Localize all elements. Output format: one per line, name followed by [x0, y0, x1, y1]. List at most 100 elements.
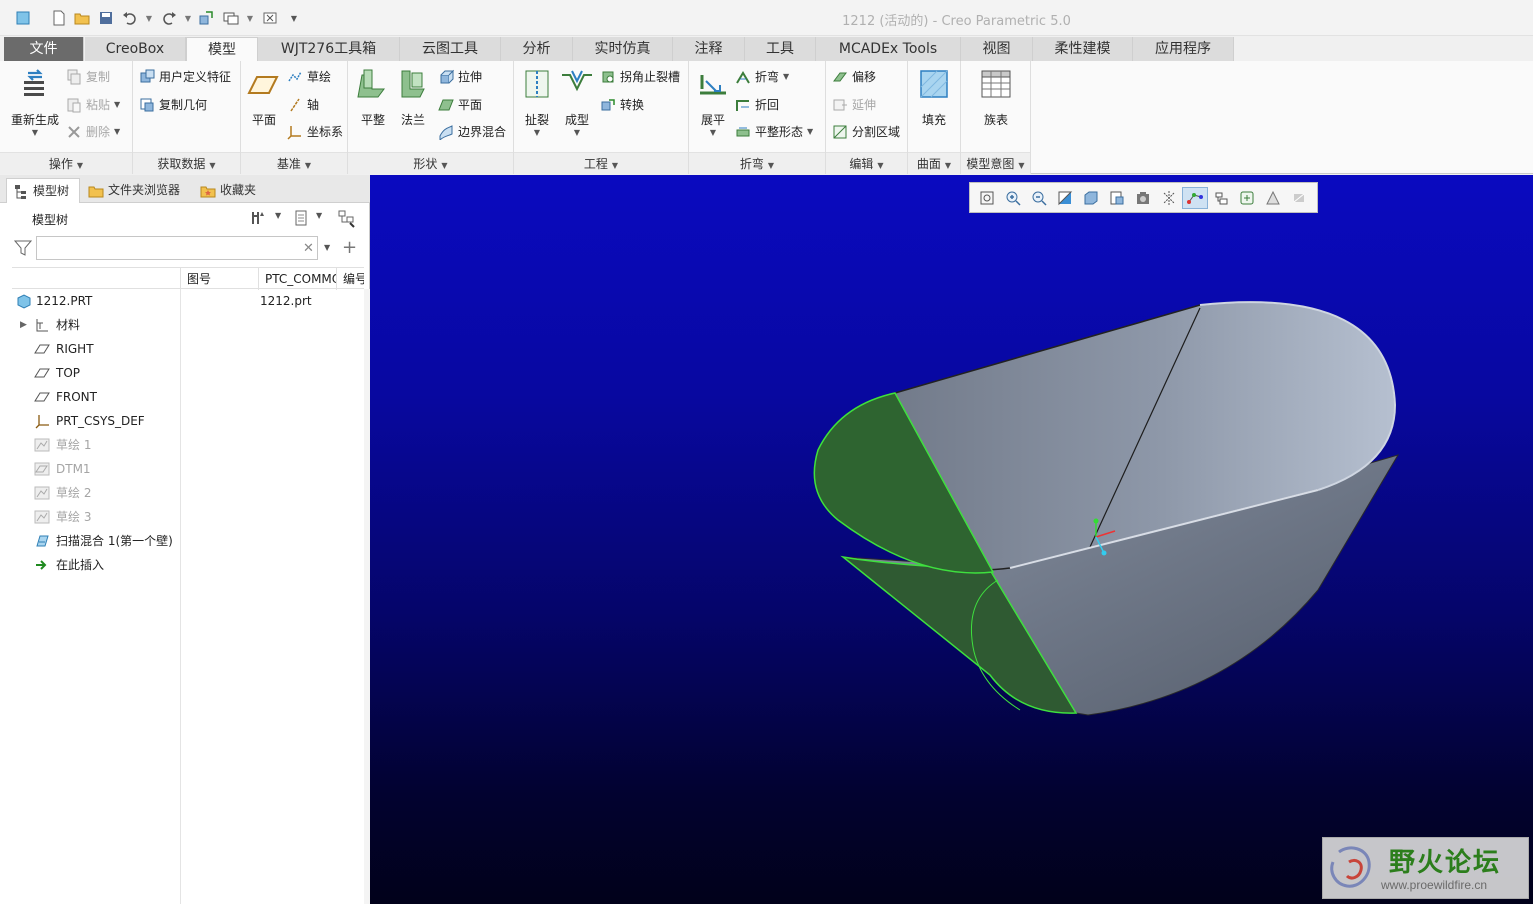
- tab-wjt276[interactable]: WJT276工具箱: [258, 37, 400, 61]
- form-button[interactable]: 成型 ▼: [558, 67, 596, 137]
- group-label-engineering[interactable]: 工程 ▼: [514, 152, 688, 174]
- tab-analysis[interactable]: 分析: [501, 37, 573, 61]
- tree-row-part[interactable]: 1212.PRT 1212.prt: [12, 289, 352, 313]
- group-label-bends[interactable]: 折弯 ▼: [689, 152, 825, 174]
- chevron-down-icon[interactable]: ▼: [324, 243, 330, 252]
- split-area-button[interactable]: 分割区域: [832, 122, 900, 142]
- family-table-icon: [981, 70, 1011, 98]
- filter-icon[interactable]: [13, 239, 33, 260]
- tab-applications[interactable]: 应用程序: [1133, 37, 1234, 61]
- corner-relief-button[interactable]: 拐角止裂槽: [600, 67, 680, 87]
- copy-button[interactable]: 复制: [66, 67, 110, 87]
- datum-plane-label: 平面: [251, 113, 276, 127]
- bend-button[interactable]: 折弯 ▼: [735, 67, 789, 87]
- flange-button[interactable]: 法兰: [394, 67, 432, 128]
- chevron-down-icon[interactable]: ▼: [275, 211, 281, 220]
- tab-flexible-modeling[interactable]: 柔性建模: [1033, 37, 1133, 61]
- tree-row-material[interactable]: ▶ 材料: [12, 313, 180, 337]
- offset-button[interactable]: 偏移: [832, 67, 876, 87]
- flat-wall-button[interactable]: 平整: [354, 67, 392, 128]
- tree-header: 模型树 ▼ ▼: [0, 203, 370, 233]
- tree-filter-settings-icon[interactable]: [338, 210, 356, 231]
- convert-label: 转换: [620, 98, 645, 112]
- tab-creobox[interactable]: CreoBox: [85, 37, 186, 61]
- delete-button[interactable]: 删除 ▼: [66, 122, 120, 142]
- copy-geometry-button[interactable]: 复制几何: [139, 95, 207, 115]
- sketch-icon: [288, 71, 302, 82]
- tab-tools[interactable]: 工具: [745, 37, 816, 61]
- tab-model-tree[interactable]: 模型树: [6, 178, 80, 203]
- tab-view[interactable]: 视图: [961, 37, 1033, 61]
- unbend-button[interactable]: 展平 ▼: [693, 67, 733, 137]
- paste-button[interactable]: 粘贴 ▼: [66, 95, 120, 115]
- tree-row-top[interactable]: TOP: [12, 361, 180, 385]
- tab-mcadex[interactable]: MCADEx Tools: [816, 37, 961, 61]
- csys-button[interactable]: 坐标系: [287, 122, 343, 142]
- rip-icon: [525, 70, 549, 98]
- expand-arrow-icon[interactable]: ▶: [20, 313, 27, 337]
- chevron-down-icon[interactable]: ▼: [316, 211, 322, 220]
- tab-annotate[interactable]: 注释: [673, 37, 745, 61]
- regenerate-button[interactable]: 重新生成 ▼: [6, 67, 64, 137]
- plane-surface-label: 平面: [458, 98, 483, 112]
- show-icon[interactable]: [293, 210, 309, 229]
- tab-model[interactable]: 模型: [186, 37, 258, 61]
- tree-row-right[interactable]: RIGHT: [12, 337, 180, 361]
- fill-button[interactable]: 填充: [915, 67, 953, 128]
- flat-state-button[interactable]: 平整形态 ▼: [735, 122, 813, 142]
- group-label-shapes[interactable]: 形状 ▼: [348, 152, 513, 174]
- tab-file[interactable]: 文件: [4, 37, 84, 61]
- paste-label: 粘贴: [86, 98, 111, 112]
- group-label-editing[interactable]: 编辑 ▼: [826, 152, 907, 174]
- flat-state-icon: [736, 127, 750, 137]
- model-tree-icon: [15, 185, 26, 199]
- tree-title: 模型树: [32, 213, 69, 227]
- group-shapes: 平整 法兰 拉伸 平面 边界混合 形状 ▼: [348, 61, 514, 174]
- tree-row-dtm1[interactable]: DTM1: [12, 457, 180, 481]
- fill-icon: [920, 70, 948, 98]
- datum-plane-button[interactable]: 平面: [245, 67, 283, 128]
- tab-favorites[interactable]: 收藏夹: [194, 178, 266, 203]
- favorites-icon: [200, 186, 216, 198]
- bend-label: 折弯: [755, 70, 780, 84]
- group-label-surfaces[interactable]: 曲面 ▼: [908, 152, 960, 174]
- family-table-button[interactable]: 族表: [976, 67, 1016, 128]
- col-ptc-common-name[interactable]: PTC_COMMON_NAME: [258, 268, 336, 290]
- group-label-operations[interactable]: 操作 ▼: [0, 152, 132, 174]
- add-column-icon[interactable]: +: [342, 237, 357, 258]
- part-model[interactable]: [370, 175, 1533, 904]
- tree-row-insert-here[interactable]: 在此插入: [12, 553, 180, 577]
- tree-settings-icon[interactable]: [250, 210, 266, 229]
- axis-button[interactable]: 轴: [287, 95, 319, 115]
- tree-search-input[interactable]: [36, 236, 318, 260]
- corner-relief-label: 拐角止裂槽: [620, 70, 681, 84]
- col-number[interactable]: 编号: [336, 268, 364, 290]
- group-label-datum[interactable]: 基准 ▼: [241, 152, 347, 174]
- tree-row-front[interactable]: FRONT: [12, 385, 180, 409]
- clear-search-icon[interactable]: ✕: [303, 241, 314, 256]
- group-label-model-intent[interactable]: 模型意图 ▼: [961, 152, 1030, 174]
- tab-cloud-tools[interactable]: 云图工具: [400, 37, 501, 61]
- tree-row-swept-blend[interactable]: 扫描混合 1(第一个壁): [12, 529, 180, 553]
- udf-button[interactable]: 用户定义特征: [139, 67, 231, 87]
- tree-row-sketch-1[interactable]: 草绘 1: [12, 433, 180, 457]
- regenerate-icon: [24, 69, 44, 96]
- col-drawing-number[interactable]: 图号: [180, 268, 258, 290]
- group-label-get-data[interactable]: 获取数据 ▼: [133, 152, 240, 174]
- forum-watermark: 野火论坛 www.proewildfire.cn: [1322, 837, 1529, 899]
- extrude-button[interactable]: 拉伸: [438, 67, 482, 87]
- tab-folder-browser[interactable]: 文件夹浏览器: [82, 178, 190, 203]
- extend-button[interactable]: 延伸: [832, 95, 876, 115]
- plane-surface-button[interactable]: 平面: [438, 95, 482, 115]
- tab-realtime-sim[interactable]: 实时仿真: [573, 37, 673, 61]
- rip-button[interactable]: 扯裂 ▼: [518, 67, 556, 137]
- boundary-blend-button[interactable]: 边界混合: [438, 122, 506, 142]
- graphics-window[interactable]: 野火论坛 www.proewildfire.cn: [370, 175, 1533, 904]
- bend-back-button[interactable]: 折回: [735, 95, 779, 115]
- tree-row-sketch-2[interactable]: 草绘 2: [12, 481, 180, 505]
- tree-row-csys[interactable]: PRT_CSYS_DEF: [12, 409, 180, 433]
- tree-row-sketch-3[interactable]: 草绘 3: [12, 505, 180, 529]
- sketch-button[interactable]: 草绘: [287, 67, 331, 87]
- col-tree[interactable]: [12, 268, 180, 290]
- convert-button[interactable]: 转换: [600, 95, 644, 115]
